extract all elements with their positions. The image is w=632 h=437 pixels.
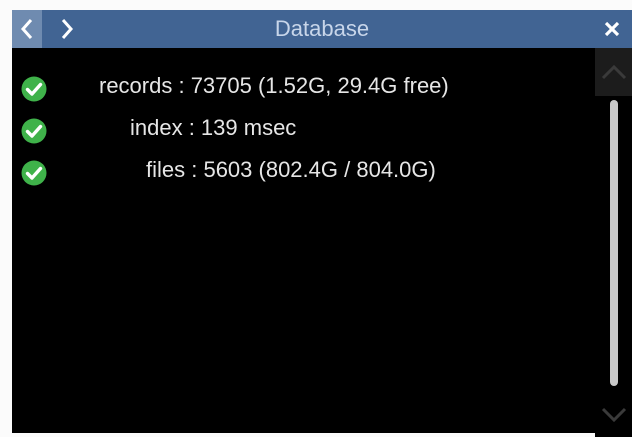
- status-row-index: index : 139 msec: [12, 107, 595, 149]
- vertical-scrollbar[interactable]: [595, 48, 632, 437]
- chevron-down-icon: [601, 407, 626, 423]
- close-button[interactable]: [600, 10, 624, 48]
- scroll-up-button[interactable]: [595, 48, 632, 96]
- title-bar: Database: [12, 10, 632, 48]
- chevron-up-icon: [601, 64, 626, 80]
- window-title: Database: [274, 16, 370, 41]
- back-button[interactable]: [12, 10, 42, 48]
- records-status-text: records : 73705 (1.52G, 29.4G free): [99, 73, 449, 98]
- status-row-files: files : 5603 (802.4G / 804.0G): [12, 149, 595, 191]
- status-row-records: records : 73705 (1.52G, 29.4G free): [12, 65, 595, 107]
- status-list: records : 73705 (1.52G, 29.4G free) inde…: [12, 48, 595, 433]
- chevron-left-icon: [20, 19, 33, 39]
- chevron-right-icon: [61, 19, 74, 39]
- forward-button[interactable]: [52, 10, 82, 48]
- database-window: Database records : 73705 (1.52G, 29.4G f…: [0, 0, 632, 437]
- scroll-thumb[interactable]: [610, 100, 618, 386]
- index-status-text: index : 139 msec: [130, 115, 297, 140]
- files-status-text: files : 5603 (802.4G / 804.0G): [146, 157, 436, 182]
- scroll-down-button[interactable]: [595, 393, 632, 437]
- close-icon: [604, 21, 620, 37]
